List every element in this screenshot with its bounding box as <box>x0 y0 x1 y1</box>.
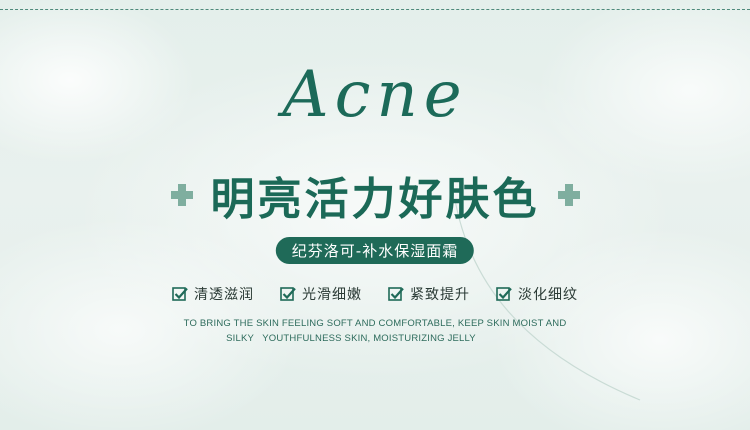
feature-item: 清透滋润 <box>172 284 254 304</box>
top-dashed-border <box>0 9 750 10</box>
feature-item: 淡化细纹 <box>496 284 578 304</box>
feature-label: 紧致提升 <box>410 287 470 303</box>
feature-label: 光滑细嫩 <box>302 287 362 303</box>
plus-right-icon <box>557 184 580 206</box>
feature-list: 清透滋润 光滑细嫩 紧致提升 淡化细纹 <box>0 284 750 304</box>
feature-label: 清透滋润 <box>194 287 254 303</box>
checkbox-icon <box>388 287 404 301</box>
feature-item: 紧致提升 <box>388 284 470 304</box>
plus-left-icon <box>170 184 193 206</box>
product-name-pill: 纪芬洛可-补水保湿面霜 <box>275 237 475 264</box>
checkbox-icon <box>280 287 296 301</box>
feature-item: 光滑细嫩 <box>280 284 362 304</box>
feature-label: 淡化细纹 <box>518 287 578 303</box>
headline: 明亮活力好肤色 <box>210 174 540 225</box>
headline-row: 明亮活力好肤色 <box>0 163 750 227</box>
checkbox-icon <box>172 287 188 301</box>
subtitle-line-1: TO BRING THE SKIN FEELING SOFT AND COMFO… <box>183 318 567 329</box>
script-title: Acne <box>282 58 468 132</box>
subtitle-line-2: SILKY YOUTHFULNESS SKIN, MOISTURIZING JE… <box>226 333 476 344</box>
checkbox-icon <box>496 287 512 301</box>
